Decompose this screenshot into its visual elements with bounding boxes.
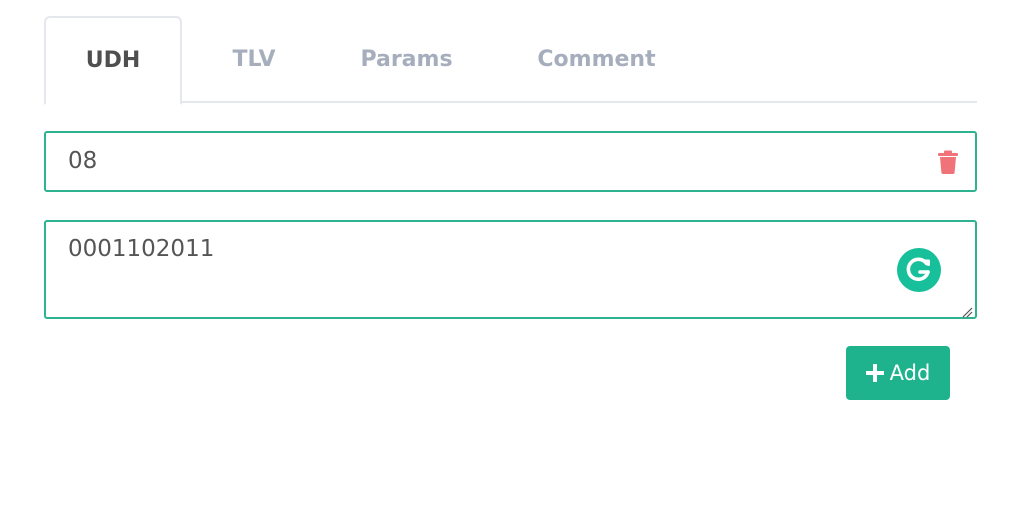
tab-tlv[interactable]: TLV bbox=[214, 16, 294, 103]
tab-params[interactable]: Params bbox=[344, 16, 469, 103]
udh-value-text: 0001102011 bbox=[68, 236, 215, 262]
udh-editor-panel: UDH TLV Params Comment 08 0001102011 Add bbox=[0, 0, 1024, 508]
tab-comment[interactable]: Comment bbox=[519, 16, 674, 103]
tab-params-label: Params bbox=[360, 47, 453, 72]
add-button[interactable]: Add bbox=[846, 346, 950, 400]
tab-udh[interactable]: UDH bbox=[44, 16, 182, 105]
tab-bar: UDH TLV Params Comment bbox=[44, 16, 977, 105]
plus-icon bbox=[865, 364, 884, 382]
add-button-label: Add bbox=[889, 361, 931, 385]
tab-tlv-label: TLV bbox=[232, 47, 276, 72]
tab-udh-label: UDH bbox=[85, 48, 141, 73]
udh-value-textarea[interactable]: 0001102011 bbox=[44, 220, 977, 319]
grammarly-badge-icon[interactable] bbox=[897, 248, 941, 292]
trash-icon[interactable] bbox=[937, 150, 959, 174]
resize-handle-icon[interactable] bbox=[961, 303, 973, 318]
udh-key-input[interactable]: 08 bbox=[44, 131, 977, 192]
tab-comment-label: Comment bbox=[537, 47, 656, 72]
udh-key-value: 08 bbox=[68, 148, 98, 174]
